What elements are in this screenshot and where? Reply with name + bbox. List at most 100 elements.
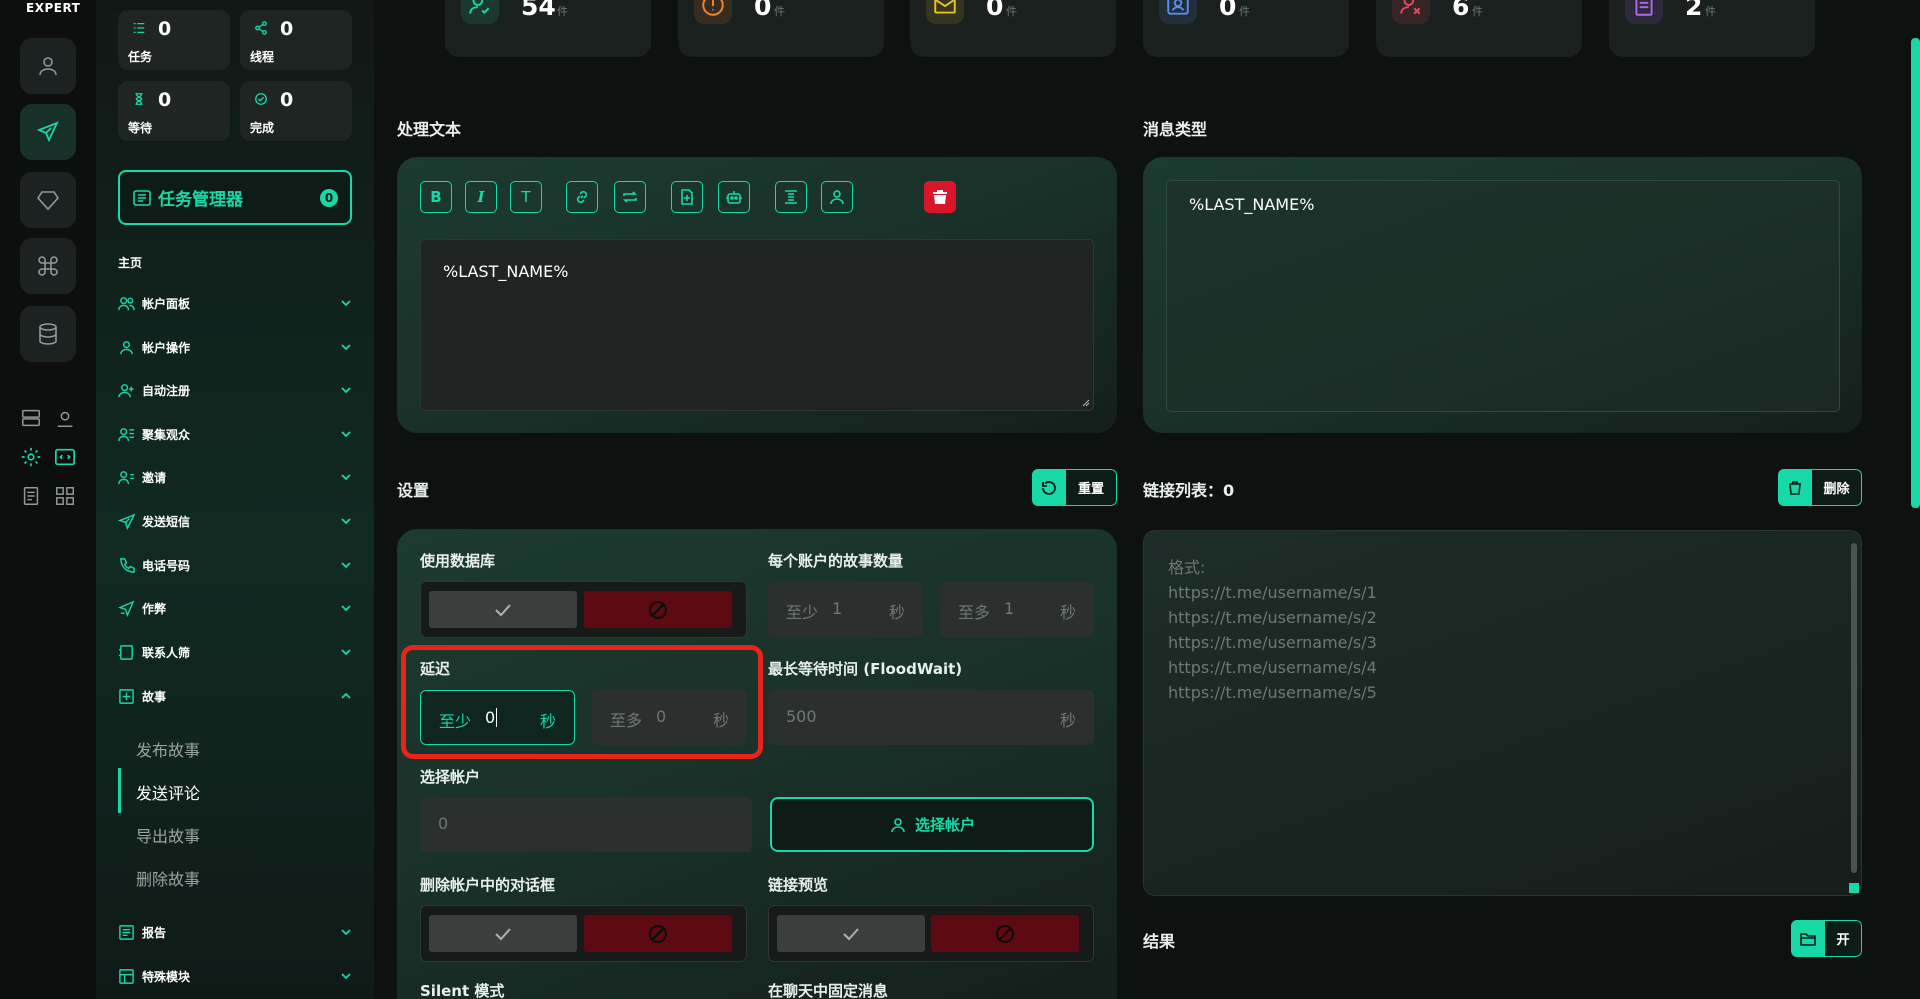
grid-icon[interactable] bbox=[54, 485, 76, 507]
alert-icon bbox=[702, 0, 724, 16]
nav-item-invite[interactable]: 邀请 bbox=[118, 465, 354, 489]
nav-item-contacts-filter[interactable]: 联系人筛 bbox=[118, 640, 354, 664]
clear-text-button[interactable] bbox=[924, 181, 956, 213]
stat-label: 完成 bbox=[250, 121, 275, 135]
rail-premium-button[interactable] bbox=[20, 172, 76, 228]
toggle-no[interactable] bbox=[584, 915, 732, 952]
link-preview-label: 链接预览 bbox=[768, 876, 829, 894]
chevron-down-icon bbox=[341, 562, 351, 569]
toggle-yes[interactable] bbox=[777, 915, 925, 952]
reset-label: 重置 bbox=[1066, 469, 1117, 506]
align-button[interactable] bbox=[775, 181, 807, 213]
stat-value: 0 bbox=[158, 18, 172, 40]
nav-item-account-ops[interactable]: 帐户操作 bbox=[118, 335, 354, 359]
placeholder-line: https://t.me/username/s/1 bbox=[1168, 583, 1377, 602]
top-stat-value: 2 bbox=[1685, 0, 1703, 21]
bold-button[interactable]: B bbox=[420, 181, 452, 213]
nav-item-account-panel[interactable]: 帐户面板 bbox=[118, 291, 354, 315]
ban-icon bbox=[649, 600, 667, 619]
module-icon bbox=[119, 968, 134, 984]
nav-item-label: 聚集观众 bbox=[142, 427, 191, 442]
nav-item-stories[interactable]: 故事 bbox=[118, 684, 354, 708]
links-textarea[interactable]: 格式: https://t.me/username/s/1 https://t.… bbox=[1143, 530, 1862, 896]
stat-label: 任务 bbox=[128, 50, 153, 64]
hourglass-icon bbox=[135, 93, 143, 105]
nav-item-report[interactable]: 报告 bbox=[118, 920, 354, 944]
code-window-icon[interactable] bbox=[54, 446, 76, 468]
rail-send-button[interactable] bbox=[20, 104, 76, 160]
sub-item-send-comment[interactable]: 发送评论 bbox=[136, 780, 200, 804]
mail-icon bbox=[934, 0, 956, 14]
text-button[interactable]: T bbox=[510, 181, 542, 213]
page-scrollbar[interactable] bbox=[1911, 38, 1920, 508]
task-manager-button[interactable]: 任务管理器 0 bbox=[118, 170, 352, 225]
delete-links-button[interactable]: 删除 bbox=[1778, 469, 1862, 506]
top-stat-value: 6 bbox=[1452, 0, 1470, 21]
nav-item-label: 联系人筛 bbox=[142, 645, 191, 660]
nav-item-gather-audience[interactable]: 聚集观众 bbox=[118, 422, 354, 446]
link-button[interactable] bbox=[566, 181, 598, 213]
trash-icon bbox=[1789, 480, 1801, 495]
select-accounts-label: 选择帐户 bbox=[420, 768, 481, 786]
reset-button[interactable]: 重置 bbox=[1032, 469, 1117, 506]
select-accounts-button[interactable]: 选择帐户 bbox=[770, 797, 1094, 852]
chevron-down-icon bbox=[341, 973, 351, 980]
nav-item-boost[interactable]: 作弊 bbox=[118, 596, 354, 620]
process-text-input[interactable]: %LAST_NAME% bbox=[420, 239, 1094, 411]
database-icon bbox=[39, 323, 57, 345]
top-stat-card: 0件 bbox=[678, 0, 884, 57]
link-preview-toggle[interactable] bbox=[768, 905, 1094, 962]
message-type-input[interactable]: %LAST_NAME% bbox=[1166, 180, 1840, 412]
use-db-toggle[interactable] bbox=[420, 581, 747, 638]
nav-item-label: 电话号码 bbox=[142, 558, 191, 573]
open-result-button[interactable]: 开 bbox=[1791, 920, 1862, 957]
top-stat-card: 0件 bbox=[910, 0, 1116, 57]
stories-min-field[interactable]: 至少 1 秒 bbox=[768, 582, 923, 637]
gear-icon[interactable] bbox=[20, 446, 42, 468]
delete-dialogs-toggle[interactable] bbox=[420, 905, 747, 962]
location-icon[interactable] bbox=[54, 407, 76, 429]
bot-button[interactable] bbox=[718, 181, 750, 213]
repeat-button[interactable] bbox=[614, 181, 646, 213]
top-stat-card: 6件 bbox=[1376, 0, 1582, 57]
toggle-yes[interactable] bbox=[429, 915, 577, 952]
sub-item-delete-story[interactable]: 删除故事 bbox=[136, 866, 200, 890]
floodwait-field[interactable]: 500 秒 bbox=[768, 690, 1094, 745]
top-stat-value: 0 bbox=[754, 0, 772, 21]
sub-item-export-story[interactable]: 导出故事 bbox=[136, 823, 200, 847]
insert-file-button[interactable] bbox=[671, 181, 703, 213]
selected-accounts-count[interactable]: 0 bbox=[420, 797, 752, 852]
nav-item-auto-register[interactable]: 自动注册 bbox=[118, 378, 354, 402]
toggle-yes[interactable] bbox=[429, 591, 577, 628]
ban-icon bbox=[649, 924, 667, 943]
textarea-scrollbar[interactable] bbox=[1851, 543, 1857, 873]
italic-button[interactable]: I bbox=[465, 181, 497, 213]
mention-user-button[interactable] bbox=[821, 181, 853, 213]
placeholder-line: https://t.me/username/s/3 bbox=[1168, 633, 1377, 652]
server-icon[interactable] bbox=[20, 407, 42, 429]
nav-item-phone-numbers[interactable]: 电话号码 bbox=[118, 553, 354, 577]
toggle-no[interactable] bbox=[584, 591, 732, 628]
sub-item-publish-story[interactable]: 发布故事 bbox=[136, 737, 200, 761]
nav-item-special-modules[interactable]: 特殊模块 bbox=[118, 964, 354, 988]
list-icon bbox=[133, 22, 145, 34]
task-manager-label: 任务管理器 bbox=[158, 190, 243, 210]
document-icon[interactable] bbox=[20, 485, 42, 507]
user-x-icon bbox=[1400, 0, 1421, 15]
trash-icon bbox=[933, 190, 947, 204]
clipboard-icon bbox=[1635, 0, 1653, 16]
rail-command-button[interactable] bbox=[20, 238, 76, 294]
rail-database-button[interactable] bbox=[20, 306, 76, 362]
invite-icon bbox=[118, 470, 135, 484]
resize-grip[interactable] bbox=[1849, 883, 1859, 893]
field-suffix: 秒 bbox=[888, 603, 905, 622]
toggle-no[interactable] bbox=[931, 915, 1079, 952]
nav-item-send-sms[interactable]: 发送短信 bbox=[118, 509, 354, 533]
folder-open-icon bbox=[1800, 932, 1816, 946]
rail-accounts-button[interactable] bbox=[20, 38, 76, 94]
active-indicator bbox=[118, 768, 121, 813]
top-stat-unit: 件 bbox=[1239, 5, 1250, 18]
stories-max-field[interactable]: 至多 1 秒 bbox=[940, 582, 1094, 637]
resize-grip-icon[interactable] bbox=[1080, 397, 1090, 407]
nav-item-label: 作弊 bbox=[142, 601, 167, 616]
